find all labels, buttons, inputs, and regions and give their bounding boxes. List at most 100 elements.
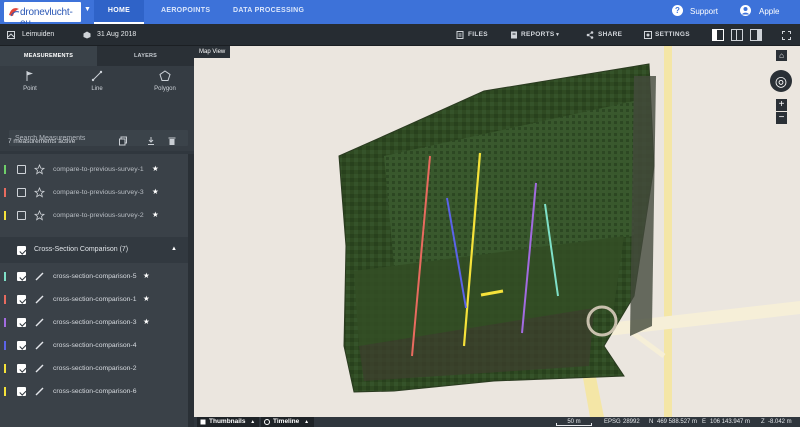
layout-sidebar-map-button[interactable] — [712, 29, 724, 41]
star-outline-icon[interactable] — [34, 164, 45, 175]
tab-measurements[interactable]: MEASUREMENTS — [0, 46, 97, 66]
share-button[interactable]: SHARE — [598, 24, 622, 46]
measurement-color-swatch — [4, 211, 6, 220]
zoom-out-button[interactable]: − — [776, 112, 787, 124]
person-icon — [742, 7, 749, 15]
measurement-color-swatch — [4, 318, 6, 327]
active-measurements-count: 7 measurements active — [8, 138, 76, 145]
favorite-star-icon[interactable]: ★ — [143, 288, 150, 311]
favorite-star-icon[interactable]: ★ — [152, 181, 159, 204]
reports-dropdown-icon[interactable]: ▼ — [555, 24, 560, 46]
measurement-checkbox[interactable] — [17, 165, 26, 174]
list-item[interactable]: cross-section-comparison-4 — [0, 334, 188, 357]
settings-button[interactable]: SETTINGS — [655, 24, 690, 46]
timeline-expand-icon[interactable]: ▲ — [304, 419, 309, 425]
polygon-tool-label: Polygon — [154, 86, 176, 92]
survey-date[interactable]: 31 Aug 2018 — [97, 24, 136, 46]
line-icon — [91, 70, 103, 82]
timeline-tab[interactable]: Timeline ▲ — [261, 417, 314, 427]
point-tool[interactable]: Point — [2, 70, 58, 92]
measurement-group-header[interactable]: Cross-Section Comparison (7) ▲ — [0, 237, 188, 263]
compass-icon[interactable]: ◎ — [770, 70, 792, 92]
project-site-name[interactable]: Leimuiden — [22, 24, 54, 46]
reports-icon — [511, 31, 517, 39]
layout-map-only-button[interactable] — [750, 29, 762, 41]
elevation-value: -8.042 m — [768, 419, 792, 425]
northing-label: N — [649, 419, 654, 425]
favorite-star-icon[interactable]: ★ — [143, 265, 150, 288]
tab-home[interactable]: HOME — [94, 0, 144, 24]
measurement-color-swatch — [4, 364, 6, 373]
tab-data-processing[interactable]: DATA PROCESSING — [233, 0, 304, 24]
line-tool[interactable]: Line — [69, 70, 125, 92]
ruler-line-icon — [35, 272, 44, 281]
measurement-color-swatch — [4, 165, 6, 174]
thumbnails-expand-icon[interactable]: ▲ — [250, 419, 255, 425]
polygon-tool[interactable]: Polygon — [137, 70, 193, 92]
list-item[interactable]: cross-section-comparison-2 — [0, 357, 188, 380]
list-item[interactable]: compare-to-previous-survey-2 ★ — [0, 204, 188, 227]
share-icon — [586, 31, 594, 39]
download-icon[interactable] — [146, 136, 156, 146]
user-avatar-icon[interactable] — [740, 5, 751, 16]
ruler-line-icon — [35, 364, 44, 373]
measurement-name: cross-section-comparison-4 — [53, 342, 137, 349]
help-icon[interactable]: ? — [672, 5, 683, 16]
brand-dropdown-icon[interactable]: ▼ — [84, 6, 91, 13]
collapse-group-icon[interactable]: ▲ — [171, 246, 177, 252]
elevation-label: Z — [761, 419, 765, 425]
copy-icon[interactable] — [118, 136, 128, 146]
polygon-icon — [159, 70, 171, 81]
list-item[interactable]: cross-section-comparison-5 ★ — [0, 265, 188, 288]
fullscreen-icon[interactable] — [782, 31, 791, 40]
files-button[interactable]: FILES — [468, 24, 488, 46]
map-area-icon — [7, 31, 15, 39]
measurement-checkbox[interactable] — [17, 272, 26, 281]
measurement-checkbox[interactable] — [17, 387, 26, 396]
easting-label: E — [702, 419, 707, 425]
measurement-color-swatch — [4, 295, 6, 304]
measurement-checkbox[interactable] — [17, 211, 26, 220]
reports-button[interactable]: REPORTS — [521, 24, 555, 46]
star-outline-icon[interactable] — [34, 210, 45, 221]
panel-tabs: MEASUREMENTS LAYERS — [0, 46, 194, 66]
measurement-checkbox[interactable] — [17, 295, 26, 304]
measurement-checkbox[interactable] — [17, 341, 26, 350]
measurement-color-swatch — [4, 341, 6, 350]
list-item[interactable]: compare-to-previous-survey-3 ★ — [0, 181, 188, 204]
zoom-in-button[interactable]: + — [776, 99, 787, 111]
favorite-star-icon[interactable]: ★ — [152, 158, 159, 181]
star-outline-icon[interactable] — [34, 187, 45, 198]
group-checkbox[interactable] — [17, 246, 26, 255]
measurement-name: compare-to-previous-survey-3 — [53, 189, 144, 196]
support-link[interactable]: Support — [690, 0, 718, 24]
layout-split-button[interactable] — [731, 29, 743, 41]
measurement-checkbox[interactable] — [17, 318, 26, 327]
orthomosaic-map[interactable] — [194, 46, 800, 417]
map-view-label: Map View — [194, 46, 231, 58]
tab-layers[interactable]: LAYERS — [97, 46, 194, 66]
line-tool-label: Line — [91, 86, 103, 92]
epsg-value: 28992 — [623, 419, 640, 425]
brand-logo[interactable]: dronevlucht-eu — [4, 2, 81, 29]
list-item[interactable]: compare-to-previous-survey-1 ★ — [0, 158, 188, 181]
user-menu[interactable]: Apple — [759, 0, 779, 24]
measurement-checkbox[interactable] — [17, 364, 26, 373]
list-item[interactable]: cross-section-comparison-6 — [0, 380, 188, 403]
thumbnails-label: Thumbnails — [209, 418, 246, 425]
home-icon[interactable]: ⌂ — [776, 50, 787, 61]
favorite-star-icon[interactable]: ★ — [143, 311, 150, 334]
point-tool-label: Point — [23, 86, 37, 92]
survey-date-icon — [83, 31, 91, 39]
map-view[interactable]: Map View ⌂ ◎ + − — [194, 46, 800, 417]
measurement-color-swatch — [4, 188, 6, 197]
trash-icon[interactable] — [167, 136, 177, 146]
tab-aeropoints[interactable]: AEROPOINTS — [161, 0, 210, 24]
measurement-checkbox[interactable] — [17, 188, 26, 197]
list-item[interactable]: cross-section-comparison-3 ★ — [0, 311, 188, 334]
thumbnails-tab[interactable]: Thumbnails ▲ — [197, 417, 259, 427]
measurement-name: cross-section-comparison-6 — [53, 388, 137, 395]
ruler-line-icon — [35, 295, 44, 304]
list-item[interactable]: cross-section-comparison-1 ★ — [0, 288, 188, 311]
favorite-star-icon[interactable]: ★ — [152, 204, 159, 227]
